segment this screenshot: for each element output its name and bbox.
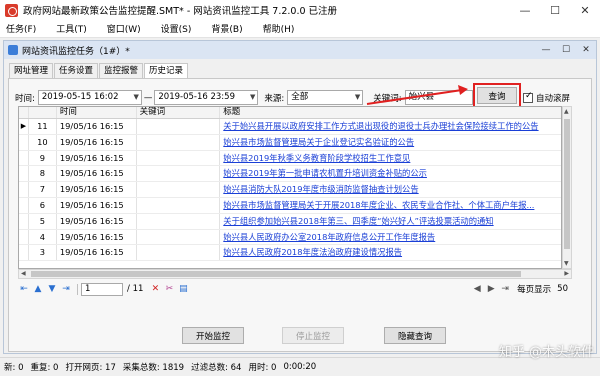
- status-elapsed: 用时: 0: [248, 363, 277, 373]
- status-timer: 0:00:20: [283, 362, 317, 372]
- status-collected-total: 采集总数: 1819: [122, 363, 185, 373]
- status-new: 新: 0: [4, 363, 24, 373]
- arrow-head: [458, 85, 468, 95]
- watermark: 知乎 @木头软件: [498, 345, 594, 360]
- arrow-shaft: [366, 89, 463, 105]
- status-duplicate: 重复: 0: [30, 363, 59, 373]
- annotation-arrow: [366, 85, 468, 105]
- status-filtered-total: 过滤总数: 64: [191, 363, 242, 373]
- status-opened-pages: 打开网页: 17: [65, 363, 116, 373]
